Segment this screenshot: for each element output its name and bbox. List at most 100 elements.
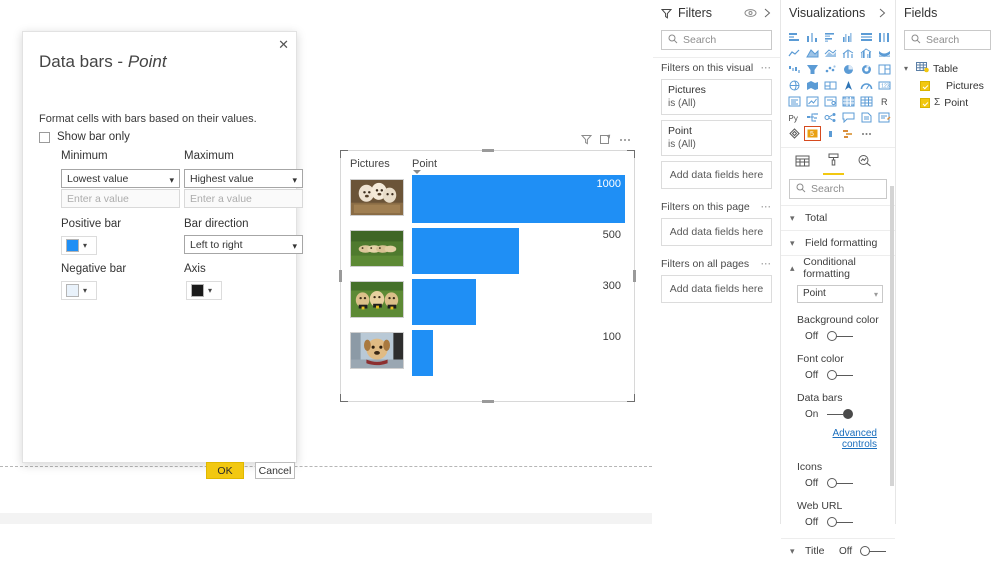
font-color-toggle[interactable] <box>827 370 853 381</box>
chevron-right-icon[interactable] <box>878 8 887 18</box>
background-color-toggle[interactable] <box>827 331 853 342</box>
shape-map-icon[interactable] <box>822 78 839 93</box>
field-checkbox[interactable] <box>920 97 930 108</box>
resize-handle-right[interactable] <box>633 270 636 282</box>
more-options-icon[interactable]: ⋯ <box>761 62 773 74</box>
filter-card-point[interactable]: Point is (All) <box>661 120 772 156</box>
line-chart-icon[interactable] <box>786 46 803 61</box>
web-url-toggle-row[interactable]: Off <box>797 517 886 528</box>
table-visual-icon[interactable] <box>840 94 857 109</box>
r-script-visual-icon[interactable]: R <box>876 94 893 109</box>
chevron-down-icon[interactable]: ▾ <box>904 64 912 73</box>
key-influencers-icon[interactable] <box>822 110 839 125</box>
line-clustered-column-icon[interactable] <box>858 46 875 61</box>
chevron-right-icon[interactable] <box>763 8 772 18</box>
visualizations-pane[interactable]: Visualizations 123 R Py 5 Search ▾ Total… <box>781 0 896 557</box>
bar-direction-select[interactable]: Left to right ▾ <box>184 235 303 254</box>
100-stacked-bar-chart-icon[interactable] <box>858 30 875 45</box>
fields-search-input[interactable]: Search <box>904 30 991 50</box>
arcgis-map-icon[interactable] <box>840 78 857 93</box>
waterfall-chart-icon[interactable] <box>786 62 803 77</box>
decomposition-tree-icon[interactable] <box>804 110 821 125</box>
field-item-pictures[interactable]: Pictures <box>904 77 999 94</box>
stacked-bar-chart-icon[interactable] <box>786 30 803 45</box>
selected-visual-icon[interactable]: 5 <box>804 126 821 141</box>
python-visual-icon[interactable]: Py <box>786 110 803 125</box>
font-color-toggle-row[interactable]: Off <box>797 370 886 381</box>
axis-color-picker[interactable]: ▾ <box>186 281 222 300</box>
stacked-area-chart-icon[interactable] <box>822 46 839 61</box>
table-row[interactable]: 500 <box>350 227 625 278</box>
kpi-icon[interactable] <box>804 94 821 109</box>
visual-header-icons[interactable] <box>580 134 631 148</box>
map-icon[interactable] <box>786 78 803 93</box>
ok-button[interactable]: OK <box>206 462 244 479</box>
field-item-point[interactable]: Σ Point <box>904 94 999 111</box>
filter-dropzone-visual[interactable]: Add data fields here <box>661 161 772 189</box>
format-section-title[interactable]: ▾ Title Off <box>781 538 895 563</box>
table-visual[interactable]: Pictures Point 1000 500 300 100 <box>342 152 633 400</box>
filled-map-icon[interactable] <box>804 78 821 93</box>
matrix-icon[interactable] <box>858 94 875 109</box>
background-color-toggle-row[interactable]: Off <box>797 331 886 342</box>
data-bars-toggle[interactable] <box>827 409 853 420</box>
fields-tree[interactable]: ▾ Table Pictures Σ Point <box>896 50 999 111</box>
fields-tab[interactable] <box>795 154 810 175</box>
field-checkbox[interactable] <box>920 80 930 91</box>
clustered-column-chart-icon[interactable] <box>840 30 857 45</box>
format-section-total[interactable]: ▾ Total <box>781 205 895 230</box>
table-row[interactable]: 300 <box>350 278 625 329</box>
icons-toggle[interactable] <box>827 478 853 489</box>
treemap-icon[interactable] <box>876 62 893 77</box>
funnel-chart-icon[interactable] <box>804 62 821 77</box>
format-pane-scrollbar[interactable] <box>890 186 894 486</box>
hide-pane-eye-icon[interactable] <box>744 8 757 18</box>
filter-dropzone-all-pages[interactable]: Add data fields here <box>661 275 772 303</box>
more-options-icon[interactable]: ⋯ <box>761 258 773 270</box>
more-options-icon[interactable]: ⋯ <box>761 201 773 213</box>
minimum-value-input[interactable]: Enter a value <box>61 189 180 208</box>
format-section-conditional-formatting[interactable]: ▴ Conditional formatting <box>781 255 895 280</box>
slicer-icon[interactable] <box>822 94 839 109</box>
fields-table-node[interactable]: ▾ Table <box>904 60 999 77</box>
pie-chart-icon[interactable] <box>840 62 857 77</box>
filter-card-pictures[interactable]: Pictures is (All) <box>661 79 772 115</box>
format-section-field-formatting[interactable]: ▾ Field formatting <box>781 230 895 255</box>
table-row[interactable]: 100 <box>350 329 625 380</box>
minimum-select[interactable]: Lowest value ▾ <box>61 169 180 188</box>
scatter-chart-icon[interactable] <box>822 62 839 77</box>
table-visual-container[interactable]: Pictures Point 1000 500 300 100 <box>339 134 636 403</box>
card-icon[interactable]: 123 <box>876 78 893 93</box>
filters-pane[interactable]: Filters Search Filters on this visual ⋯ … <box>653 0 781 524</box>
gauge-icon[interactable] <box>858 78 875 93</box>
smart-narrative-icon[interactable] <box>876 110 893 125</box>
paginated-report-icon[interactable] <box>858 110 875 125</box>
show-bar-only-checkbox[interactable] <box>39 131 50 143</box>
column-header-pictures[interactable]: Pictures <box>350 158 412 176</box>
advanced-controls-link[interactable]: Advanced controls <box>797 420 886 450</box>
multi-row-card-icon[interactable] <box>786 94 803 109</box>
format-pane-tabs[interactable] <box>781 147 895 175</box>
maximum-select[interactable]: Highest value ▾ <box>184 169 303 188</box>
positive-bar-color-picker[interactable]: ▾ <box>61 236 97 255</box>
format-tab[interactable] <box>823 153 844 175</box>
show-bar-only-row[interactable]: Show bar only <box>39 131 130 143</box>
visualization-type-grid[interactable]: 123 R Py 5 <box>781 26 895 141</box>
data-bars-toggle-row[interactable]: On <box>797 409 886 420</box>
100-stacked-column-chart-icon[interactable] <box>876 30 893 45</box>
column-header-point[interactable]: Point <box>412 158 437 176</box>
resize-handle-bottom[interactable] <box>481 400 494 403</box>
table-row[interactable]: 1000 <box>350 176 625 227</box>
filter-dropzone-page[interactable]: Add data fields here <box>661 218 772 246</box>
fields-pane[interactable]: Fields Search ▾ Table Pictures Σ Point <box>896 0 999 524</box>
filters-search-input[interactable]: Search <box>661 30 772 50</box>
cancel-button[interactable]: Cancel <box>255 462 295 479</box>
maximum-value-input[interactable]: Enter a value <box>184 189 303 208</box>
title-toggle[interactable] <box>860 545 886 557</box>
power-apps-icon[interactable] <box>786 126 803 141</box>
negative-bar-color-picker[interactable]: ▾ <box>61 281 97 300</box>
donut-chart-icon[interactable] <box>858 62 875 77</box>
data-bars-dialog[interactable]: ✕ Data bars - Point Format cells with ba… <box>22 31 303 479</box>
conditional-formatting-field-select[interactable]: Point ▾ <box>797 285 883 303</box>
filter-icon[interactable] <box>580 134 593 148</box>
